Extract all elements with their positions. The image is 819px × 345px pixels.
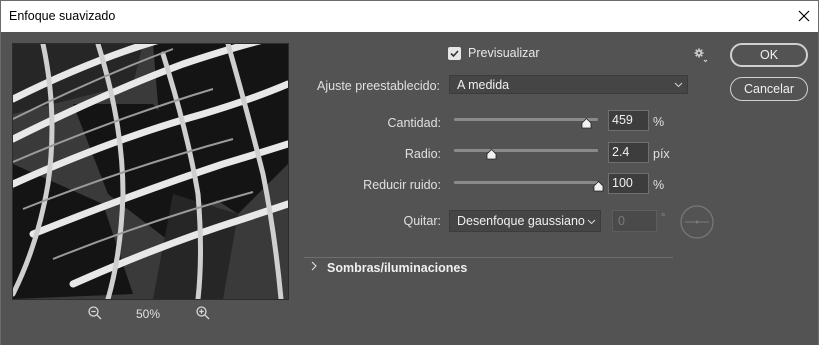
radius-slider-track[interactable] [454,149,598,152]
chevron-right-icon[interactable] [309,260,319,272]
remove-label: Quitar: [403,214,441,228]
noise-label: Reducir ruido: [363,178,441,192]
preset-label: Ajuste preestablecido: [317,79,440,93]
preset-dropdown[interactable]: A medida [449,75,688,94]
amount-label: Cantidad: [387,116,441,130]
cancel-button[interactable]: Cancelar [730,77,808,101]
amount-unit: % [653,115,665,129]
preview-label[interactable]: Previsualizar [468,46,540,60]
remove-value: Desenfoque gaussiano [457,214,585,228]
gear-icon[interactable] [693,47,709,63]
checkmark-icon [450,50,459,58]
title-bar: Enfoque suavizado [1,1,818,32]
noise-input[interactable]: 100 [608,173,649,194]
dialog-body: 50% Previsualizar OK Cancelar Ajuste pre… [1,32,818,345]
angle-dial-icon [680,205,714,239]
close-icon[interactable] [795,7,813,25]
noise-slider-track[interactable] [454,181,598,184]
preview-checkbox[interactable] [448,47,461,60]
ok-button[interactable]: OK [730,43,808,67]
angle-input: 0 [612,210,657,232]
shadows-highlights-section[interactable]: Sombras/iluminaciones [327,261,467,275]
amount-slider-thumb[interactable] [581,118,592,129]
building-facade-image [13,44,288,299]
radius-input[interactable]: 2.4 [608,142,649,163]
window-title: Enfoque suavizado [9,9,116,23]
remove-dropdown[interactable]: Desenfoque gaussiano [449,210,601,232]
noise-unit: % [653,178,665,192]
zoom-in-icon[interactable] [195,305,211,321]
noise-slider-thumb[interactable] [593,181,604,192]
preset-value: A medida [457,78,510,92]
chevron-down-icon [587,219,596,225]
preview-image[interactable] [12,43,289,300]
radius-unit: píx [653,147,670,161]
section-divider [304,257,673,258]
radius-label: Radio: [404,147,441,161]
dialog-window: Enfoque suavizado 50% Previsualizar OK C… [0,0,819,345]
zoom-out-icon[interactable] [87,305,103,321]
amount-input[interactable]: 459 [608,110,649,131]
radius-slider-thumb[interactable] [486,149,497,160]
angle-unit: ° [661,212,666,224]
amount-slider-track[interactable] [454,118,598,121]
chevron-down-icon [674,82,683,88]
zoom-level: 50% [135,307,161,321]
